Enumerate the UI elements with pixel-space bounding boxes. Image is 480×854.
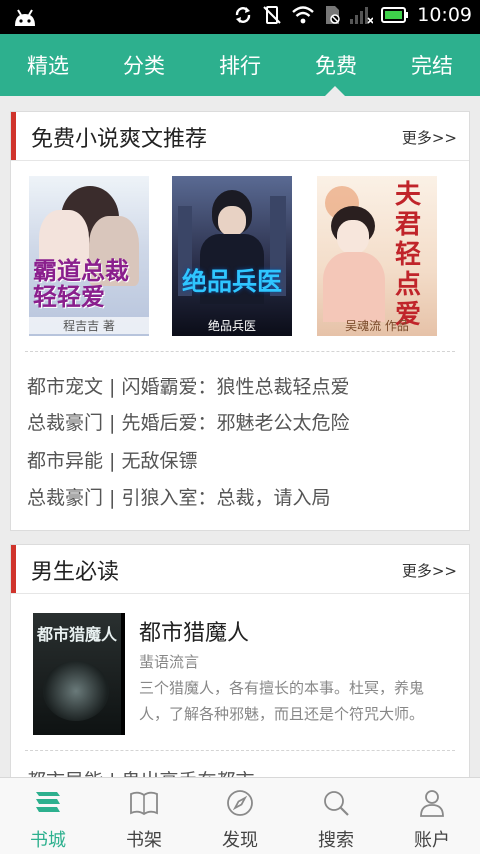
book-author: 蜚语流言 bbox=[139, 653, 200, 671]
tab-wanjie[interactable]: 完结 bbox=[384, 34, 480, 96]
nav-label: 发现 bbox=[222, 830, 258, 851]
tab-fenlei[interactable]: 分类 bbox=[96, 34, 192, 96]
book-cover[interactable]: 都市猎魔人 bbox=[33, 613, 125, 735]
signal-icon bbox=[350, 7, 374, 24]
divider bbox=[25, 750, 455, 751]
tab-paihang[interactable]: 排行 bbox=[192, 34, 288, 96]
boys-must-read-section: 男生必读 更多>> 都市猎魔人 都市猎魔人 蜚语流言 三个猎魔人，各有擅长的本事… bbox=[10, 544, 470, 806]
book-cover[interactable]: 绝品兵医 绝品兵医 bbox=[172, 176, 292, 336]
bookstore-icon bbox=[36, 792, 60, 812]
section-title: 男生必读 bbox=[31, 560, 120, 585]
section-accent-bar bbox=[11, 112, 16, 160]
cover-author: 吴魂流 作品 bbox=[345, 319, 409, 333]
more-link[interactable]: 更多>> bbox=[402, 560, 457, 581]
cover-author: 绝品兵医 bbox=[207, 319, 256, 333]
book-title[interactable]: 都市猎魔人 bbox=[139, 615, 249, 647]
book-description: 三个猎魔人，各有擅长的本事。杜冥，养鬼人，了解各种邪魅，而且还是个符咒大师。 bbox=[139, 679, 425, 723]
top-tab-bar: 精选 分类 排行 免费 完结 bbox=[0, 34, 480, 96]
recommend-link[interactable]: 总裁豪门 | 引狼入室：总裁，请入局 bbox=[27, 483, 330, 510]
recommend-link[interactable]: 总裁豪门 | 先婚后爱：邪魅老公太危险 bbox=[27, 408, 349, 435]
cover-title: 绝品兵医 bbox=[181, 267, 282, 296]
wifi-icon bbox=[292, 6, 315, 24]
sync-icon bbox=[236, 7, 251, 23]
nav-label: 账户 bbox=[414, 830, 450, 851]
nav-account[interactable]: 账户 bbox=[384, 778, 480, 854]
cover-author: 程吉吉 著 bbox=[29, 317, 149, 334]
compass-icon bbox=[227, 790, 253, 816]
section-accent-bar bbox=[11, 545, 16, 593]
nav-search[interactable]: 搜索 bbox=[288, 778, 384, 854]
nav-label: 搜索 bbox=[318, 830, 354, 851]
android-icon bbox=[15, 9, 35, 26]
divider bbox=[25, 351, 455, 352]
user-icon bbox=[420, 790, 444, 817]
battery-icon bbox=[381, 7, 409, 23]
vibrate-off-icon bbox=[263, 6, 281, 24]
cover-title: 都市猎魔人 bbox=[37, 625, 118, 644]
tab-jingxuan[interactable]: 精选 bbox=[0, 34, 96, 96]
nav-discover[interactable]: 发现 bbox=[192, 778, 288, 854]
status-bar: 10:09 bbox=[0, 0, 480, 34]
free-novels-section: 免费小说爽文推荐 更多>> 霸道总裁轻轻爱 程吉吉 著 绝品兵医 绝品兵医 夫君… bbox=[10, 111, 470, 531]
bookshelf-icon bbox=[130, 791, 158, 816]
cover-title: 夫君轻点爱 bbox=[395, 180, 422, 330]
more-link[interactable]: 更多>> bbox=[402, 127, 457, 148]
cover-title: 霸道总裁轻轻爱 bbox=[33, 256, 129, 311]
book-cover[interactable]: 霸道总裁轻轻爱 程吉吉 著 bbox=[29, 176, 149, 336]
section-title: 免费小说爽文推荐 bbox=[31, 127, 208, 152]
no-sim-icon bbox=[326, 6, 340, 24]
bottom-nav-bar: 书城 书架 发现 搜索 账户 bbox=[0, 777, 480, 854]
nav-bookstore[interactable]: 书城 bbox=[0, 778, 96, 854]
status-time: 10:09 bbox=[417, 4, 472, 26]
nav-label: 书城 bbox=[30, 830, 66, 851]
section-header: 免费小说爽文推荐 更多>> bbox=[11, 112, 469, 161]
section-header: 男生必读 更多>> bbox=[11, 545, 469, 594]
recommend-link[interactable]: 都市异能 | 无敌保镖 bbox=[27, 446, 197, 473]
nav-label: 书架 bbox=[126, 830, 162, 851]
recommend-link[interactable]: 都市宠文 | 闪婚霸爱：狼性总裁轻点爱 bbox=[27, 372, 349, 399]
book-cover[interactable]: 夫君轻点爱 吴魂流 作品 bbox=[317, 176, 437, 336]
search-icon bbox=[324, 791, 349, 816]
selected-tab-indicator bbox=[325, 86, 345, 96]
nav-bookshelf[interactable]: 书架 bbox=[96, 778, 192, 854]
